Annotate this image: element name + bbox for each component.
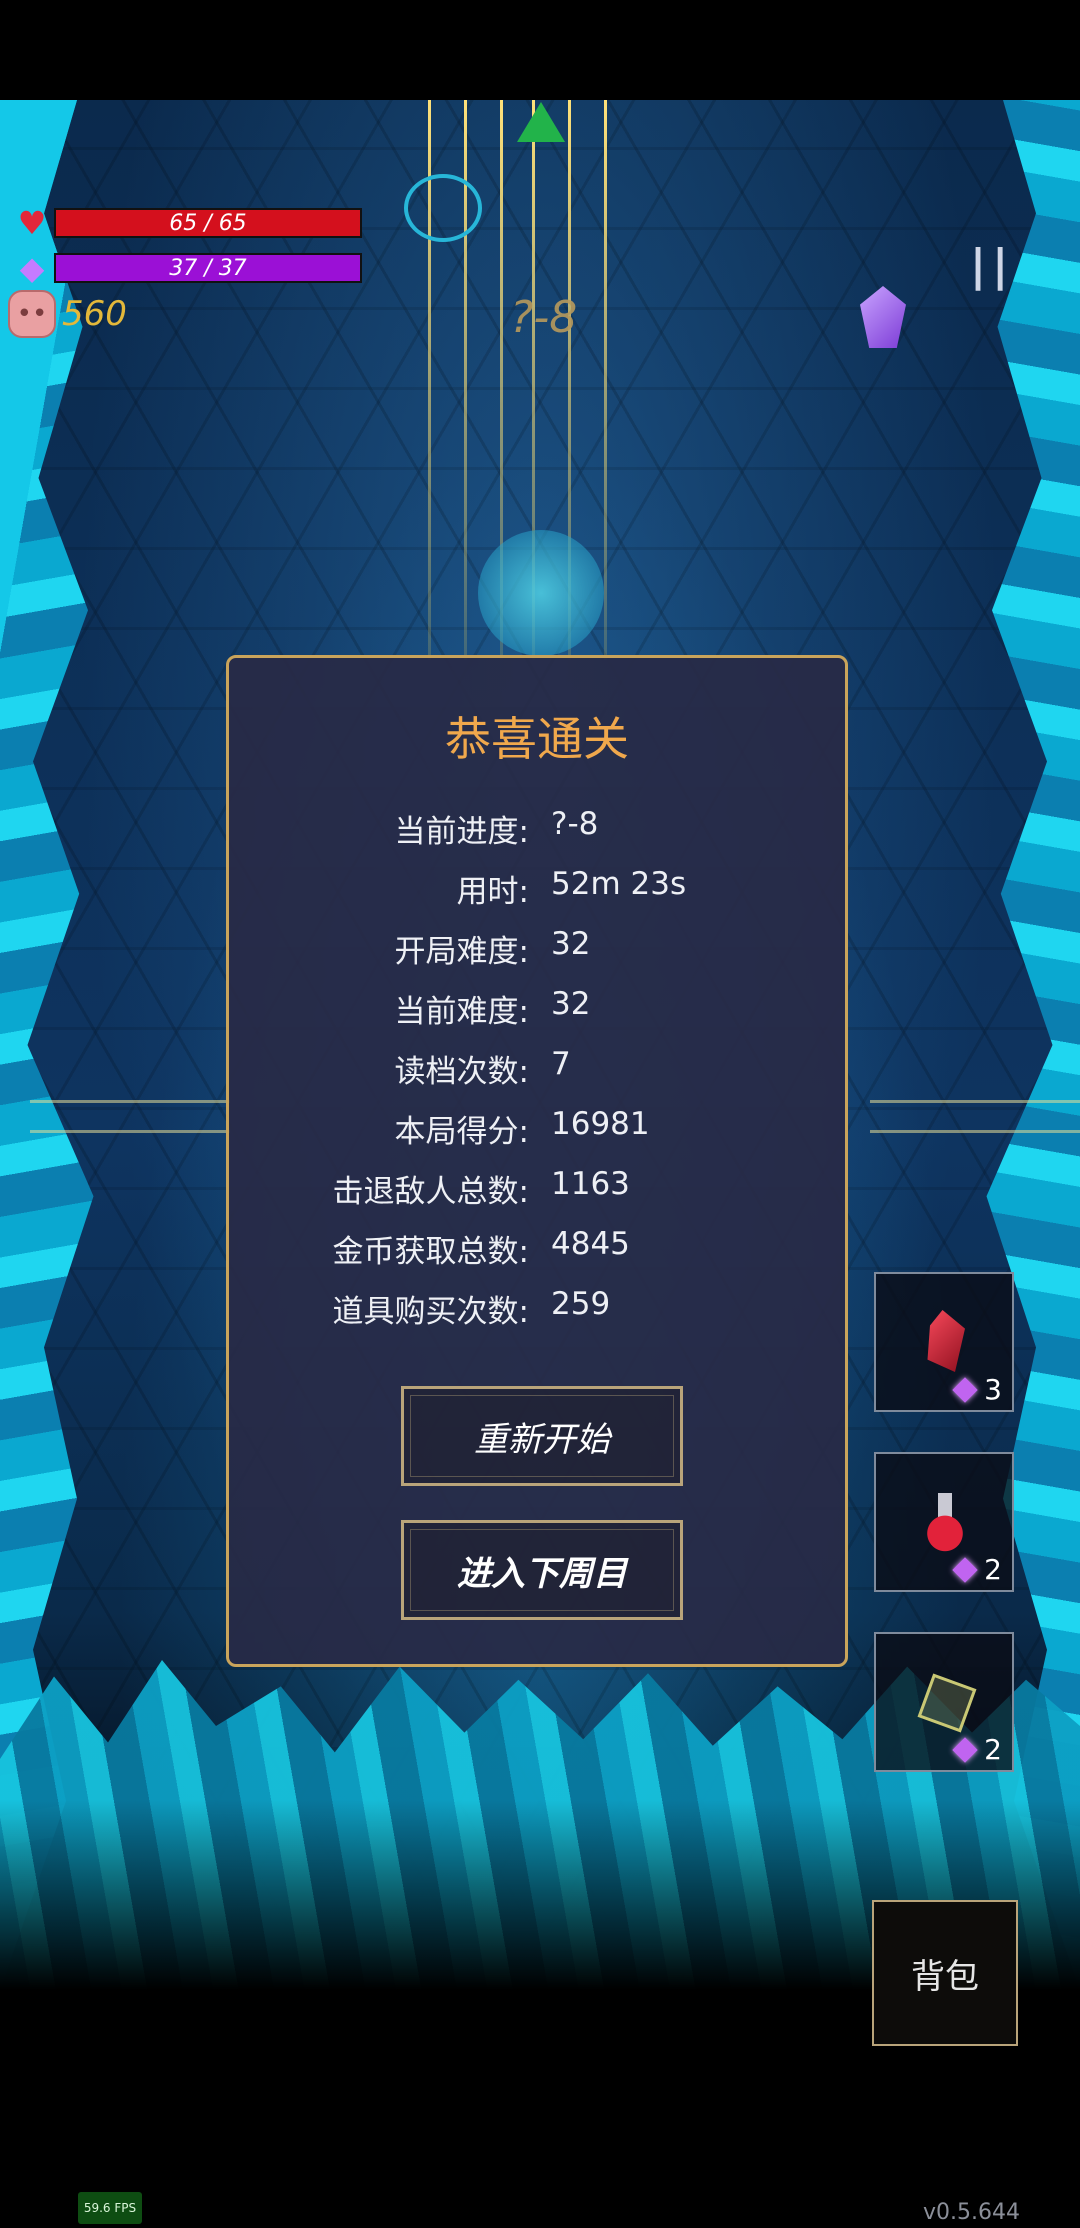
energy-line <box>870 1130 1080 1133</box>
inventory-slot[interactable]: 2 <box>874 1452 1014 1592</box>
stat-row: 用时: 52m 23s <box>229 866 845 926</box>
mana-gem-icon <box>952 1376 978 1403</box>
red-crystal-icon <box>927 1310 965 1372</box>
mp-bar: 37 / 37 <box>54 253 362 283</box>
mp-bar-group: ◆ 37 / 37 <box>14 249 362 287</box>
stat-value: 4845 <box>551 1226 630 1262</box>
light-beam <box>604 100 607 660</box>
next-cycle-button[interactable]: 进入下周目 <box>401 1520 683 1620</box>
stat-row: 道具购买次数: 259 <box>229 1286 845 1346</box>
mp-text: 37 / 37 <box>169 255 247 281</box>
stat-value: 32 <box>551 986 591 1022</box>
stat-value: ?-8 <box>551 806 599 842</box>
stat-row: 本局得分: 16981 <box>229 1106 845 1166</box>
stat-value: 16981 <box>551 1106 650 1142</box>
coin-counter: •• 560 <box>8 290 127 338</box>
energy-line <box>870 1100 1080 1103</box>
stat-label: 道具购买次数: <box>332 1294 529 1330</box>
hp-bar: 65 / 65 <box>54 208 362 238</box>
stage-clear-dialog: 恭喜通关 当前进度: ?-8 用时: 52m 23s 开局难度: 32 当前难度… <box>226 655 848 1667</box>
restart-button[interactable]: 重新开始 <box>401 1386 683 1486</box>
hp-text: 65 / 65 <box>169 210 247 236</box>
stat-label: 本局得分: <box>394 1114 529 1150</box>
stat-row: 当前难度: 32 <box>229 986 845 1046</box>
item-cost: 3 <box>952 1373 1002 1406</box>
energy-orb <box>478 530 604 656</box>
item-cost: 2 <box>952 1733 1002 1766</box>
dialog-title: 恭喜通关 <box>445 712 629 766</box>
mana-gem-icon <box>952 1736 978 1763</box>
stat-value: 52m 23s <box>551 866 687 902</box>
red-potion-icon <box>920 1490 970 1552</box>
version-label: v0.5.644 <box>923 2200 1020 2225</box>
stat-row: 读档次数: 7 <box>229 1046 845 1106</box>
stat-row: 开局难度: 32 <box>229 926 845 986</box>
stat-label: 开局难度: <box>394 934 529 970</box>
stat-label: 当前难度: <box>394 994 529 1030</box>
item-cost: 2 <box>952 1553 1002 1586</box>
stat-label: 当前进度: <box>394 814 529 850</box>
coin-count: 560 <box>62 294 127 334</box>
mana-gem-icon: ◆ <box>19 249 45 287</box>
floating-crystal <box>860 286 906 348</box>
inventory-slot[interactable]: 2 <box>874 1632 1014 1772</box>
stat-row: 金币获取总数: 4845 <box>229 1226 845 1286</box>
heart-icon: ♥ <box>17 204 47 242</box>
portal-ring <box>404 174 482 242</box>
exit-arrow-icon <box>517 102 565 142</box>
backpack-button[interactable]: 背包 <box>872 1900 1018 2046</box>
stat-label: 读档次数: <box>394 1054 529 1090</box>
hp-bar-group: ♥ 65 / 65 <box>14 204 362 242</box>
item-cost-value: 2 <box>984 1733 1002 1766</box>
stage-label: ?-8 <box>510 292 578 343</box>
stat-value: 7 <box>551 1046 571 1082</box>
stat-value: 32 <box>551 926 591 962</box>
item-cost-value: 3 <box>984 1373 1002 1406</box>
stat-row: 击退敌人总数: 1163 <box>229 1166 845 1226</box>
item-cost-value: 2 <box>984 1553 1002 1586</box>
stat-label: 击退敌人总数: <box>332 1174 529 1210</box>
stat-label: 金币获取总数: <box>332 1234 529 1270</box>
energy-line <box>30 1100 230 1103</box>
energy-line <box>30 1130 230 1133</box>
stat-label: 用时: <box>456 874 529 910</box>
stat-value: 259 <box>551 1286 611 1322</box>
stat-row: 当前进度: ?-8 <box>229 806 845 866</box>
icosahedron-icon <box>917 1673 977 1733</box>
pause-icon[interactable]: || <box>970 240 1014 291</box>
inventory-slot[interactable]: 3 <box>874 1272 1014 1412</box>
stat-value: 1163 <box>551 1166 630 1202</box>
pig-icon: •• <box>8 290 56 338</box>
fps-counter: 59.6 FPS <box>78 2192 142 2224</box>
mana-gem-icon <box>952 1556 978 1583</box>
